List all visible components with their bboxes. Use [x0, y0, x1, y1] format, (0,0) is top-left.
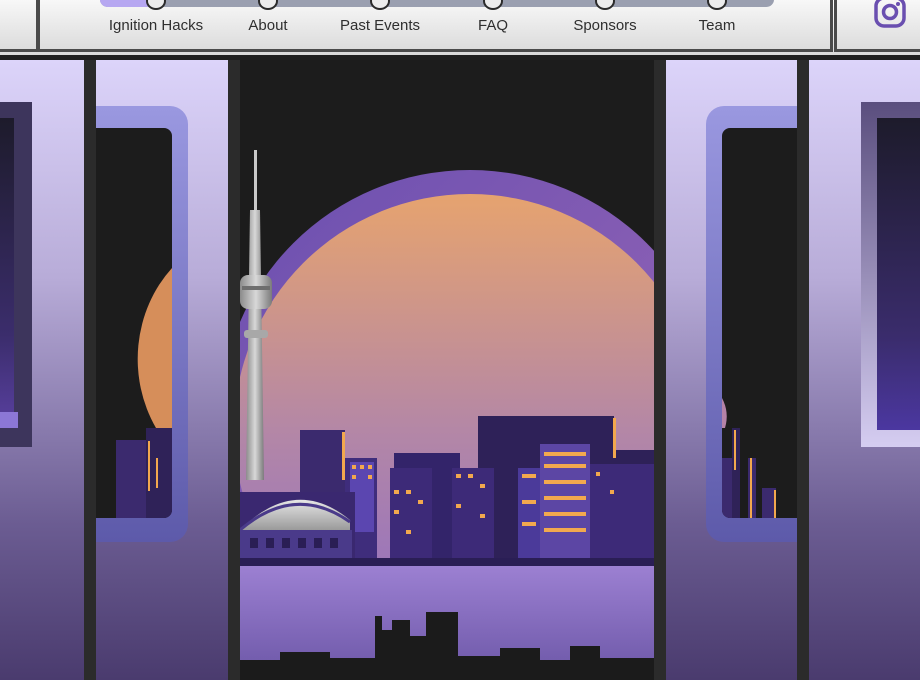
side-window-glass: [0, 118, 14, 428]
door-seam: [228, 60, 240, 680]
hero-doorway: [240, 60, 654, 680]
train-door-right: [666, 60, 797, 680]
instagram-icon[interactable]: [872, 0, 908, 30]
nav-link-past-events[interactable]: Past Events: [340, 17, 420, 34]
door-seam: [84, 60, 96, 680]
train-wall-far-right: [809, 60, 920, 680]
door-window-skyline: [116, 268, 172, 518]
side-window-glow: [0, 412, 18, 428]
train-door-left: [96, 60, 228, 680]
nav-link-ignition-hacks[interactable]: Ignition Hacks: [109, 17, 203, 34]
nav-link-sponsors[interactable]: Sponsors: [573, 17, 636, 34]
route-progress-track: [100, 0, 774, 7]
door-seam: [797, 60, 809, 680]
door-window-skyline: [722, 398, 776, 518]
toronto-skyline-illustration: [240, 150, 654, 680]
train-wall-far-left: [0, 60, 84, 680]
nav-link-faq[interactable]: FAQ: [478, 17, 508, 34]
side-window-glass: [877, 118, 920, 430]
door-window-glass: [96, 128, 172, 518]
site-header: Ignition Hacks About Past Events FAQ Spo…: [0, 0, 920, 55]
door-window-glass: [722, 128, 797, 518]
door-seam: [654, 60, 666, 680]
nav-link-team[interactable]: Team: [699, 17, 736, 34]
nav-link-about[interactable]: About: [248, 17, 287, 34]
header-left-panel: [0, 0, 39, 52]
